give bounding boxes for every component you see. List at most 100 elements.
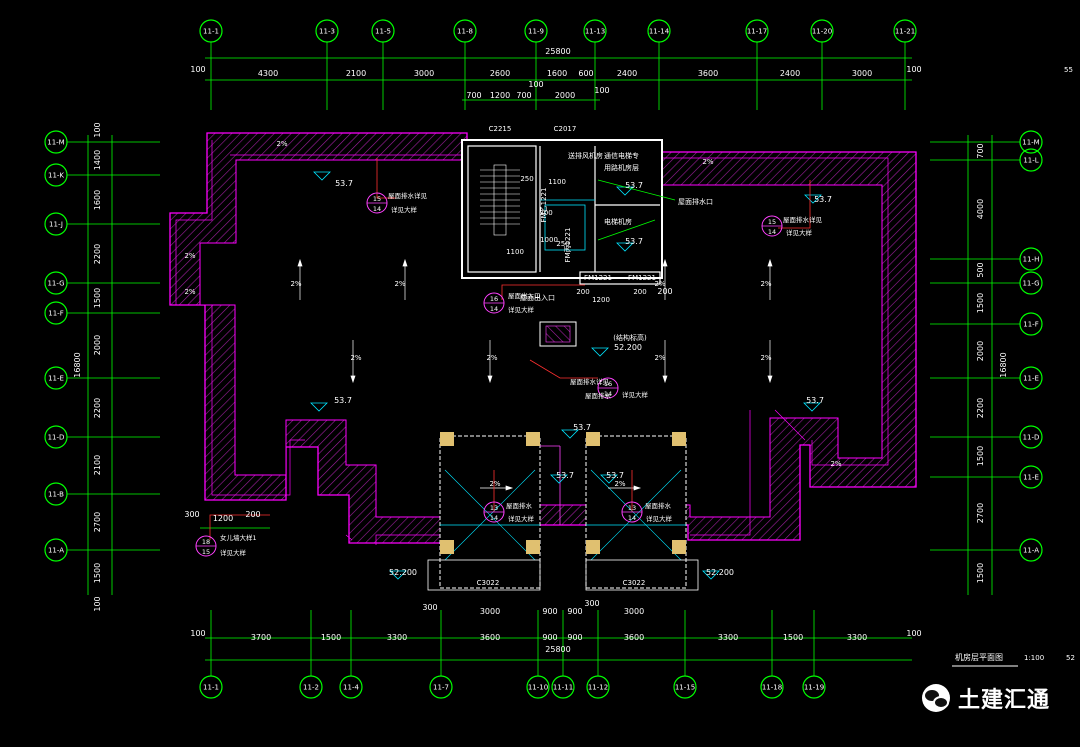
detail-bubble-bottom: 14 [628,514,636,522]
dim-top-seg: 3600 [698,69,718,78]
axis-bubble-top-11-20-label: 11-20 [812,28,832,36]
detail-bubble-bottom: 14 [373,205,381,213]
slope-label: 2% [760,280,771,288]
axis-bubble-top-11-13-label: 11-13 [585,28,605,36]
elevation-label: 53.7 [814,195,832,204]
dim-top-seg: 3000 [852,69,872,78]
dim-stair: 1100 [506,248,524,256]
dim-bottom-seg: 1500 [321,633,341,642]
axis-bubble-right-11-m-label: 11-M [1022,139,1039,147]
dim-top-small: 700 [466,91,481,100]
axis-bubble-bottom-11-4-label: 11-4 [343,684,359,692]
drawing-scale: 1:100 [1024,654,1044,662]
elevation-label: 52.200 [706,568,734,577]
wechat-icon [921,684,950,712]
dim-left-seg: 1400 [93,150,102,170]
elevation-label: 52.200 [614,343,642,352]
detail-bubble-top: 13 [628,504,636,512]
elevation-label: 53.7 [806,396,824,405]
detail-bubble-top: 16 [490,295,498,303]
cutoff-right-bottom: 52 [1066,654,1075,662]
detail-bubble-note: 详见大样 [508,514,535,523]
dim-bottom-small: 300 [422,603,437,612]
label-structural-elev: (结构标高) [613,333,647,342]
axis-bubble-left-11-b-label: 11-B [48,491,64,499]
elevation-label: 53.7 [625,181,643,190]
dim-top-seg: 2600 [490,69,510,78]
slope-label: 2% [489,480,500,488]
room-label-drain: 屋面排水口 [678,197,713,206]
dim-left-small: 200 [245,510,260,519]
dim-left-seg: 2200 [93,398,102,418]
dim-stair: 1100 [548,178,566,186]
dim-stair: 200 [633,288,646,296]
axis-bubble-bottom-11-11-label: 11-11 [553,684,573,692]
bubble-note-n4: 屋面排水 [506,501,533,510]
dim-top-seg: 1600 [547,69,567,78]
dim-left-seg: 2000 [93,335,102,355]
elevation-label: 53.7 [573,423,591,432]
door-label-fm1221-a: FM1221 [584,274,612,282]
slope-label: 2% [702,158,713,166]
detail-bubble-note: 详见大样 [391,205,418,214]
dim-right-seg: 2700 [976,503,985,523]
dim-bottom-seg: 900 [567,633,582,642]
bubble-note-n7: 屋面出入口 [508,291,541,300]
dim-top-small: 100 [594,86,609,95]
dim-side-200: 200 [657,287,672,296]
dim-right-seg: 4000 [976,199,985,219]
axis-bubble-right-11-g-label: 11-G [1022,280,1039,288]
slope-label: 2% [350,354,361,362]
detail-bubble-note: 详见大样 [220,548,247,557]
slope-label: 2% [830,460,841,468]
detail-bubble-bottom: 14 [490,514,498,522]
axis-bubble-left-11-f-label: 11-F [48,310,63,318]
dim-left-seg: 100 [93,122,102,137]
drawing-title: 机房层平面图 [955,652,1003,662]
dim-right-seg: 500 [976,262,985,277]
slope-label: 2% [394,280,405,288]
watermark-text: 土建汇通 [957,688,1050,713]
dim-stair: 1000 [540,236,558,244]
dim-right-seg: 1500 [976,563,985,583]
axis-bubble-bottom-11-15-label: 11-15 [675,684,695,692]
cutoff-right-top: 55 [1064,66,1073,74]
detail-bubble-top: 18 [202,538,210,546]
core-outer [461,139,663,279]
axis-bubble-right-11-f-label: 11-F [1023,321,1038,329]
elevation-label: 53.7 [335,179,353,188]
bubble-note-n8: 屋面排水 [585,391,612,400]
elevation-label: 52.200 [389,568,417,577]
axis-bubble-right-11-e-label: 11-E [1023,375,1039,383]
slope-label: 2% [486,354,497,362]
axis-bubble-bottom-11-1-label: 11-1 [203,684,219,692]
door-label-fm-b: FM丙1221 [564,228,572,263]
elevation-label: 53.7 [606,471,624,480]
axis-bubble-right-11-l-label: 11-L [1023,157,1038,165]
dim-left-seg: 100 [93,596,102,611]
bubble-note-n1: 屋面排水详见 [388,191,428,200]
window-label-c3022-b: C3022 [623,579,646,587]
door-label-fm-a: FM乙1221 [540,188,548,223]
bubble-note-n2: 屋面排水详见 [783,215,823,224]
axis-bubble-top-11-9-label: 11-9 [528,28,544,36]
axis-bubble-top-11-1-label: 11-1 [203,28,219,36]
axis-bubble-right-11-a-label: 11-A [1023,547,1039,555]
room-label-comm2: 用路机房层 [604,163,639,172]
dim-top-small: 2000 [555,91,575,100]
axis-bubble-left-11-g-label: 11-G [47,280,64,288]
room-label-comm: 通信电梯专 [604,151,639,160]
dim-left-seg: 2200 [93,244,102,264]
detail-bubble-bottom: 14 [768,228,776,236]
dim-left-small: 1200 [213,514,233,523]
bubble-note-n6: 女儿墙大样1 [220,533,257,542]
dim-stair: 200 [576,288,589,296]
dim-bottom-seg: 3600 [480,633,500,642]
dim-top-small: 1200 [490,91,510,100]
dim-right-total: 16800 [999,352,1008,377]
dim-right-seg: 700 [976,143,985,158]
dim-bottom-edge-left: 100 [190,629,205,638]
axis-bubble-bottom-11-12-label: 11-12 [588,684,608,692]
elevation-label: 53.7 [556,471,574,480]
dim-right-seg: 2200 [976,398,985,418]
